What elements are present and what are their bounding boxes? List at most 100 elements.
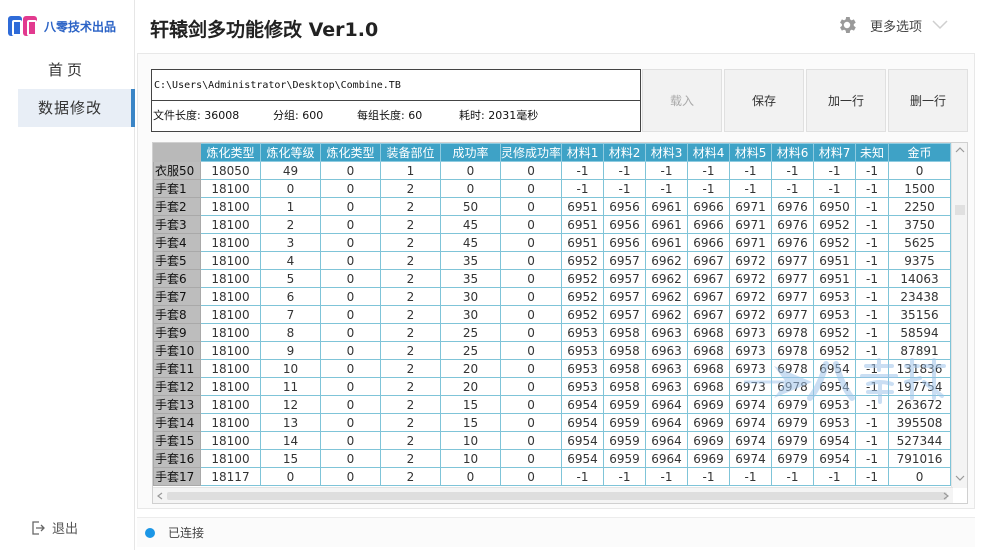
row-header-cell[interactable]: 手套3	[153, 215, 201, 234]
table-cell[interactable]: 9	[260, 341, 321, 360]
table-cell[interactable]: 2	[380, 377, 441, 396]
table-cell[interactable]: 18100	[200, 305, 261, 324]
table-cell[interactable]: 6973	[729, 377, 773, 396]
table-cell[interactable]: 14	[260, 431, 321, 450]
table-cell[interactable]: 20	[440, 377, 501, 396]
column-header[interactable]: 材料2	[603, 143, 647, 162]
table-cell[interactable]: 6977	[771, 251, 815, 270]
table-cell[interactable]: 2	[380, 251, 441, 270]
table-cell[interactable]: 0	[499, 287, 563, 306]
table-cell[interactable]: 0	[320, 395, 381, 414]
table-cell[interactable]: 527344	[888, 431, 952, 450]
table-cell[interactable]: 0	[499, 305, 563, 324]
table-cell[interactable]: 18100	[200, 395, 261, 414]
table-cell[interactable]: -1	[855, 359, 890, 378]
table-cell[interactable]: 6968	[687, 341, 731, 360]
table-cell[interactable]: 2250	[888, 197, 952, 216]
table-cell[interactable]: 18100	[200, 341, 261, 360]
row-header-cell[interactable]: 手套15	[153, 431, 201, 450]
table-cell[interactable]: 6959	[603, 413, 647, 432]
table-cell[interactable]: 0	[260, 179, 321, 198]
table-row[interactable]: 手套8 18100 7 0 2 30 0 6952 6957 6962 6967 6972 6977 69…	[153, 305, 952, 324]
table-cell[interactable]: 6954	[813, 377, 857, 396]
table-cell[interactable]: 30	[440, 287, 501, 306]
table-cell[interactable]: 6952	[813, 233, 857, 252]
table-cell[interactable]: 6952	[813, 215, 857, 234]
table-cell[interactable]: 0	[888, 161, 952, 180]
table-cell[interactable]: 6962	[645, 305, 689, 324]
table-cell[interactable]: 791016	[888, 449, 952, 468]
table-cell[interactable]: 6968	[687, 359, 731, 378]
file-path-field[interactable]: C:\Users\Administrator\Desktop\Combine.T…	[152, 70, 640, 101]
table-cell[interactable]: 6961	[645, 215, 689, 234]
row-header-cell[interactable]: 手套5	[153, 251, 201, 270]
table-cell[interactable]: 6967	[687, 305, 731, 324]
table-cell[interactable]: -1	[687, 161, 731, 180]
table-cell[interactable]: 6966	[687, 197, 731, 216]
table-cell[interactable]: 6950	[813, 197, 857, 216]
table-cell[interactable]: 6964	[645, 395, 689, 414]
row-header-cell[interactable]: 手套7	[153, 287, 201, 306]
table-cell[interactable]: 45	[440, 215, 501, 234]
table-row[interactable]: 手套1 18100 0 0 2 0 0 -1 -1 -1 -1 -1 -1 -1 -1 1500	[153, 179, 952, 198]
table-cell[interactable]: 0	[499, 467, 563, 486]
table-cell[interactable]: 6969	[687, 431, 731, 450]
table-row[interactable]: 手套5 18100 4 0 2 35 0 6952 6957 6962 6967 6972 6977 69…	[153, 251, 952, 270]
table-cell[interactable]: -1	[687, 467, 731, 486]
table-cell[interactable]: 18050	[200, 161, 261, 180]
table-cell[interactable]: 6969	[687, 413, 731, 432]
table-cell[interactable]: -1	[561, 161, 605, 180]
table-cell[interactable]: 6954	[561, 413, 605, 432]
table-cell[interactable]: 0	[499, 179, 563, 198]
data-grid[interactable]: 炼化类型 炼化等级 炼化类型 装备部位 成功率 灵修成功率 材料1 材料2 材料3 材料4 材料5 材…	[152, 142, 968, 504]
table-cell[interactable]: 6954	[813, 431, 857, 450]
table-cell[interactable]: 0	[499, 395, 563, 414]
table-cell[interactable]: 6964	[645, 413, 689, 432]
table-cell[interactable]: -1	[603, 179, 647, 198]
table-cell[interactable]: -1	[855, 251, 890, 270]
column-header[interactable]: 炼化类型	[320, 143, 381, 162]
table-cell[interactable]: 6973	[729, 359, 773, 378]
table-cell[interactable]: 6976	[771, 215, 815, 234]
row-header-cell[interactable]: 手套4	[153, 233, 201, 252]
table-cell[interactable]: 15	[440, 395, 501, 414]
table-cell[interactable]: 6957	[603, 269, 647, 288]
table-cell[interactable]: 6974	[729, 413, 773, 432]
table-row[interactable]: 手套15 18100 14 0 2 10 0 6954 6959 6964 6969 6974 6979…	[153, 431, 952, 450]
table-cell[interactable]: 18100	[200, 413, 261, 432]
sidebar-item-home[interactable]: 首页	[18, 51, 135, 89]
row-header-cell[interactable]: 手套16	[153, 449, 201, 468]
table-cell[interactable]: 10	[440, 431, 501, 450]
table-cell[interactable]: 0	[320, 197, 381, 216]
table-cell[interactable]: 6958	[603, 341, 647, 360]
table-cell[interactable]: 0	[320, 467, 381, 486]
table-cell[interactable]: 6969	[687, 449, 731, 468]
table-cell[interactable]: -1	[603, 161, 647, 180]
horizontal-scroll-thumb[interactable]	[167, 492, 947, 500]
table-cell[interactable]: 131836	[888, 359, 952, 378]
table-cell[interactable]: 6979	[771, 413, 815, 432]
table-cell[interactable]: 6968	[687, 377, 731, 396]
table-cell[interactable]: 6971	[729, 197, 773, 216]
row-header-cell[interactable]: 手套8	[153, 305, 201, 324]
row-header-cell[interactable]: 手套14	[153, 413, 201, 432]
table-cell[interactable]: -1	[855, 431, 890, 450]
row-header-cell[interactable]: 手套11	[153, 359, 201, 378]
table-row[interactable]: 手套4 18100 3 0 2 45 0 6951 6956 6961 6966 6971 6976 69…	[153, 233, 952, 252]
table-cell[interactable]: 0	[320, 215, 381, 234]
table-cell[interactable]: 6972	[729, 251, 773, 270]
table-cell[interactable]: 0	[320, 269, 381, 288]
table-cell[interactable]: 0	[499, 449, 563, 468]
table-cell[interactable]: 18100	[200, 215, 261, 234]
table-cell[interactable]: 6951	[561, 233, 605, 252]
table-cell[interactable]: 6951	[813, 269, 857, 288]
table-row[interactable]: 衣服50 18050 49 0 1 0 0 -1 -1 -1 -1 -1 -1 -1 -1 0	[153, 161, 952, 180]
column-header[interactable]: 材料4	[687, 143, 731, 162]
table-cell[interactable]: 2	[260, 215, 321, 234]
table-cell[interactable]: 18100	[200, 233, 261, 252]
table-cell[interactable]: 0	[440, 179, 501, 198]
table-cell[interactable]: -1	[771, 467, 815, 486]
table-cell[interactable]: -1	[645, 161, 689, 180]
table-cell[interactable]: 0	[440, 467, 501, 486]
table-cell[interactable]: 6971	[729, 233, 773, 252]
